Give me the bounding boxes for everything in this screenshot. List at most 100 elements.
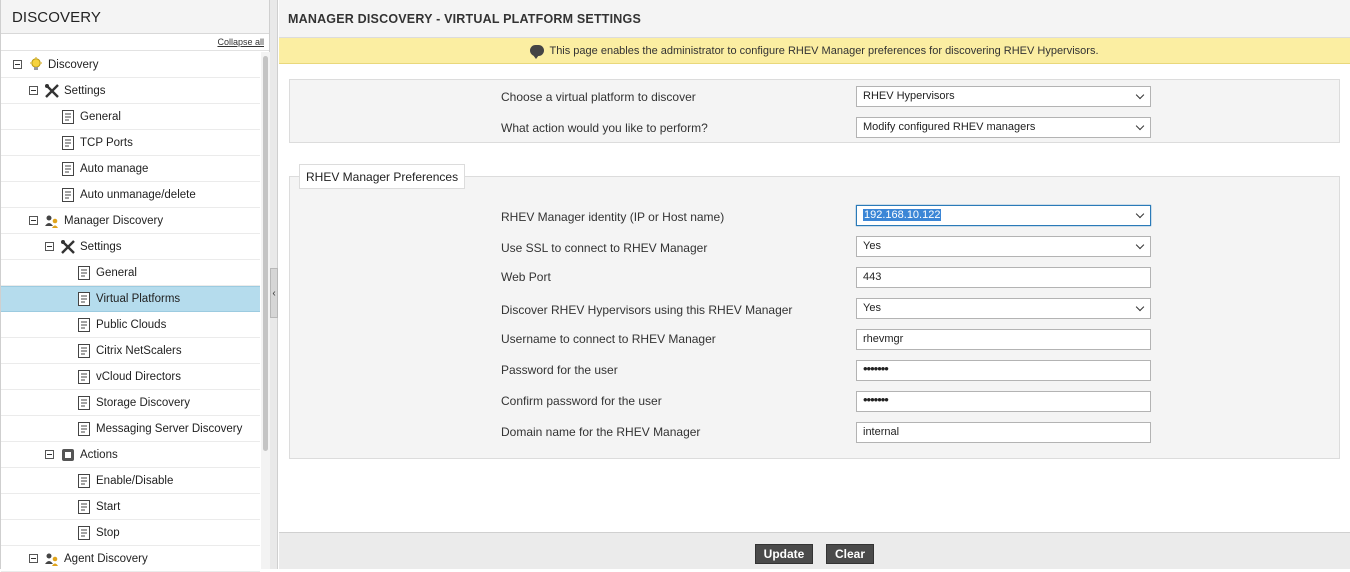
tree-item-agent-discovery[interactable]: Agent Discovery — [1, 546, 260, 572]
collapse-row: Collapse all — [1, 34, 269, 51]
collapse-all-link[interactable]: Collapse all — [217, 37, 264, 47]
collapse-toggle-icon[interactable] — [29, 216, 38, 225]
port-label: Web Port — [501, 270, 551, 284]
tree-item-start[interactable]: Start — [1, 494, 260, 520]
discover-label: Discover RHEV Hypervisors using this RHE… — [501, 303, 793, 317]
port-input[interactable]: 443 — [856, 267, 1151, 288]
tree-item-enable-disable[interactable]: Enable/Disable — [1, 468, 260, 494]
users-icon — [44, 213, 60, 229]
platform-select-value: RHEV Hypervisors — [863, 90, 955, 102]
tree-item-label: Manager Discovery — [64, 214, 164, 227]
tree-item-label: General — [80, 110, 121, 123]
scrollbar-thumb[interactable] — [263, 56, 268, 451]
tree-item-citrix-netscalers[interactable]: Citrix NetScalers — [1, 338, 260, 364]
platform-selection-box: Choose a virtual platform to discover RH… — [289, 79, 1340, 143]
tree-item-auto-unmanage[interactable]: Auto unmanage/delete — [1, 182, 260, 208]
tree-item-virtual-platforms[interactable]: Virtual Platforms — [1, 286, 260, 312]
action-icon — [60, 447, 76, 463]
info-banner: This page enables the administrator to c… — [279, 38, 1350, 64]
collapse-toggle-icon[interactable] — [29, 554, 38, 563]
action-select[interactable]: Modify configured RHEV managers — [856, 117, 1151, 138]
tree-item-label: vCloud Directors — [96, 370, 181, 383]
tree-item-label: Messaging Server Discovery — [96, 422, 243, 435]
navigation-tree: Discovery Settings General TCP Ports Aut… — [1, 52, 260, 572]
username-input[interactable]: rhevmgr — [856, 329, 1151, 350]
tree-item-label: Auto unmanage/delete — [80, 188, 196, 201]
tree-item-manager-discovery[interactable]: Manager Discovery — [1, 208, 260, 234]
platform-select[interactable]: RHEV Hypervisors — [856, 86, 1151, 107]
username-label: Username to connect to RHEV Manager — [501, 332, 716, 346]
port-input-value: 443 — [863, 271, 882, 283]
confirm-password-label: Confirm password for the user — [501, 394, 662, 408]
tree-item-discovery[interactable]: Discovery — [1, 52, 260, 78]
tree-item-actions[interactable]: Actions — [1, 442, 260, 468]
tree-item-general[interactable]: General — [1, 104, 260, 130]
document-icon — [60, 187, 76, 203]
left-panel: DISCOVERY Collapse all Discovery Setting… — [0, 0, 270, 572]
identity-label: RHEV Manager identity (IP or Host name) — [501, 210, 725, 224]
domain-input[interactable]: internal — [856, 422, 1151, 443]
confirm-password-input[interactable]: ••••••• — [856, 391, 1151, 412]
tools-icon — [60, 239, 76, 255]
identity-select-value: 192.168.10.122 — [863, 209, 942, 221]
document-icon — [76, 265, 92, 281]
page-title: MANAGER DISCOVERY - VIRTUAL PLATFORM SET… — [279, 0, 1350, 38]
password-input[interactable]: ••••••• — [856, 360, 1151, 381]
document-icon — [76, 421, 92, 437]
tree-item-label: Virtual Platforms — [96, 293, 181, 305]
chevron-left-icon: ‹ — [272, 287, 276, 299]
tree-item-label: Discovery — [48, 58, 99, 71]
tree-item-label: Actions — [80, 448, 118, 461]
ssl-select[interactable]: Yes — [856, 236, 1151, 257]
document-icon — [76, 317, 92, 333]
collapse-toggle-icon[interactable] — [45, 450, 54, 459]
tree-item-label: Agent Discovery — [64, 552, 148, 565]
tree-item-label: Auto manage — [80, 162, 149, 175]
tree-item-vcloud-directors[interactable]: vCloud Directors — [1, 364, 260, 390]
tree-item-public-clouds[interactable]: Public Clouds — [1, 312, 260, 338]
update-button[interactable]: Update — [755, 544, 813, 564]
clear-button[interactable]: Clear — [826, 544, 874, 564]
panel-splitter[interactable]: ‹ — [270, 0, 278, 569]
tree-item-stop[interactable]: Stop — [1, 520, 260, 546]
domain-input-value: internal — [863, 426, 900, 438]
username-input-value: rhevmgr — [863, 333, 904, 345]
document-icon — [76, 291, 92, 307]
tree-item-manager-settings[interactable]: Settings — [1, 234, 260, 260]
tree-item-label: Enable/Disable — [96, 474, 174, 487]
tree-item-label: Storage Discovery — [96, 396, 190, 409]
document-icon — [76, 499, 92, 515]
password-label: Password for the user — [501, 363, 618, 377]
collapse-toggle-icon[interactable] — [29, 86, 38, 95]
tree-item-storage-discovery[interactable]: Storage Discovery — [1, 390, 260, 416]
document-icon — [76, 395, 92, 411]
info-text: This page enables the administrator to c… — [549, 44, 1099, 57]
tree-item-settings[interactable]: Settings — [1, 78, 260, 104]
discover-select[interactable]: Yes — [856, 298, 1151, 319]
tree-item-label: Settings — [80, 240, 122, 253]
identity-select[interactable]: 192.168.10.122 — [856, 205, 1151, 226]
tree-item-label: Start — [96, 500, 121, 513]
discover-select-value: Yes — [863, 302, 881, 314]
collapse-panel-button[interactable]: ‹ — [270, 268, 278, 318]
document-icon — [76, 343, 92, 359]
tree-item-label: Citrix NetScalers — [96, 344, 182, 357]
preferences-fieldset: RHEV Manager identity (IP or Host name) … — [289, 176, 1340, 459]
tree-item-auto-manage[interactable]: Auto manage — [1, 156, 260, 182]
users-icon — [44, 551, 60, 567]
collapse-toggle-icon[interactable] — [45, 242, 54, 251]
speech-bubble-icon — [530, 45, 545, 59]
preferences-legend: RHEV Manager Preferences — [299, 164, 466, 189]
collapse-toggle-icon[interactable] — [13, 60, 22, 69]
tree-item-label: Public Clouds — [96, 318, 167, 331]
tree-item-messaging-server-discovery[interactable]: Messaging Server Discovery — [1, 416, 260, 442]
sidebar-scrollbar[interactable] — [261, 52, 270, 569]
document-icon — [60, 109, 76, 125]
tree-item-label: Stop — [96, 526, 120, 539]
tree-item-tcp-ports[interactable]: TCP Ports — [1, 130, 260, 156]
domain-label: Domain name for the RHEV Manager — [501, 425, 701, 439]
tree-item-label: General — [96, 266, 137, 279]
document-icon — [76, 473, 92, 489]
bulb-icon — [28, 56, 44, 73]
tree-item-manager-general[interactable]: General — [1, 260, 260, 286]
